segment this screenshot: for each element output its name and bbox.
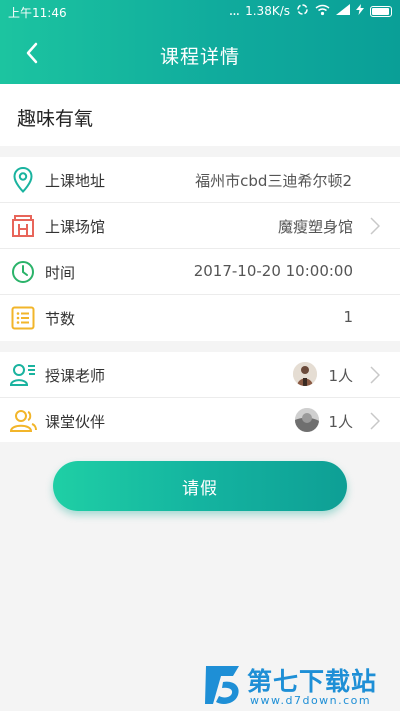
status-time: 上午11:46 xyxy=(8,6,67,20)
wifi-icon xyxy=(315,4,330,19)
sessions-row: 节数 1 xyxy=(0,295,400,340)
watermark-url: www.d7down.com xyxy=(250,694,372,707)
teacher-avatar[interactable] xyxy=(293,362,317,386)
partners-count: 1人 xyxy=(328,413,353,431)
signal-icon xyxy=(336,4,350,18)
time-label: 时间 xyxy=(45,264,76,282)
course-name: 趣味有氧 xyxy=(17,108,94,130)
time-row: 时间 2017-10-20 10:00:00 xyxy=(0,249,400,295)
partners-row[interactable]: 课堂伙伴 1人 xyxy=(0,398,400,443)
battery-icon xyxy=(370,5,392,17)
teacher-row[interactable]: 授课老师 1人 xyxy=(0,352,400,398)
venue-row[interactable]: 上课场馆 魔瘦塑身馆 xyxy=(0,203,400,249)
course-name-card: 趣味有氧 xyxy=(0,84,400,146)
teacher-icon xyxy=(9,362,37,388)
sync-icon xyxy=(296,3,309,19)
list-icon xyxy=(9,305,37,331)
page-title: 课程详情 xyxy=(159,46,240,68)
teacher-label: 授课老师 xyxy=(45,367,106,385)
people-section: 授课老师 1人 课堂伙伴 1人 xyxy=(0,352,400,442)
status-dots: ... xyxy=(228,3,240,19)
chevron-right-icon xyxy=(370,217,380,235)
leave-request-button[interactable]: 请假 xyxy=(53,461,347,511)
partners-icon xyxy=(9,408,37,434)
header-bar: 上午11:46 ... 1.38K/s 课程详情 xyxy=(0,0,400,84)
charging-icon xyxy=(356,4,364,18)
network-speed: 1.38K/s xyxy=(245,4,290,18)
site-watermark: 第七下载站 www.d7down.com xyxy=(203,660,398,710)
status-bar: 上午11:46 ... 1.38K/s xyxy=(0,0,400,24)
venue-label: 上课场馆 xyxy=(45,218,106,236)
chevron-right-icon xyxy=(370,366,380,384)
address-row: 上课地址 福州市cbd三迪希尔顿2 xyxy=(0,157,400,203)
watermark-title: 第七下载站 xyxy=(247,667,378,696)
location-pin-icon xyxy=(9,167,37,193)
site-logo-icon xyxy=(205,666,239,704)
partner-avatar[interactable] xyxy=(295,408,319,432)
clock-icon xyxy=(9,259,37,285)
course-info-section: 上课地址 福州市cbd三迪希尔顿2 上课场馆 魔瘦塑身馆 时间 2017-10-… xyxy=(0,157,400,341)
teacher-count: 1人 xyxy=(328,367,353,385)
address-value: 福州市cbd三迪希尔顿2 xyxy=(195,172,352,190)
chevron-right-icon xyxy=(370,412,380,430)
building-icon xyxy=(9,213,37,239)
sessions-label: 节数 xyxy=(45,310,76,328)
status-indicators: ... 1.38K/s xyxy=(229,3,392,19)
time-value: 2017-10-20 10:00:00 xyxy=(193,262,353,280)
sessions-value: 1 xyxy=(343,308,353,326)
partners-label: 课堂伙伴 xyxy=(45,413,106,431)
address-label: 上课地址 xyxy=(45,172,106,190)
venue-value: 魔瘦塑身馆 xyxy=(277,218,353,236)
